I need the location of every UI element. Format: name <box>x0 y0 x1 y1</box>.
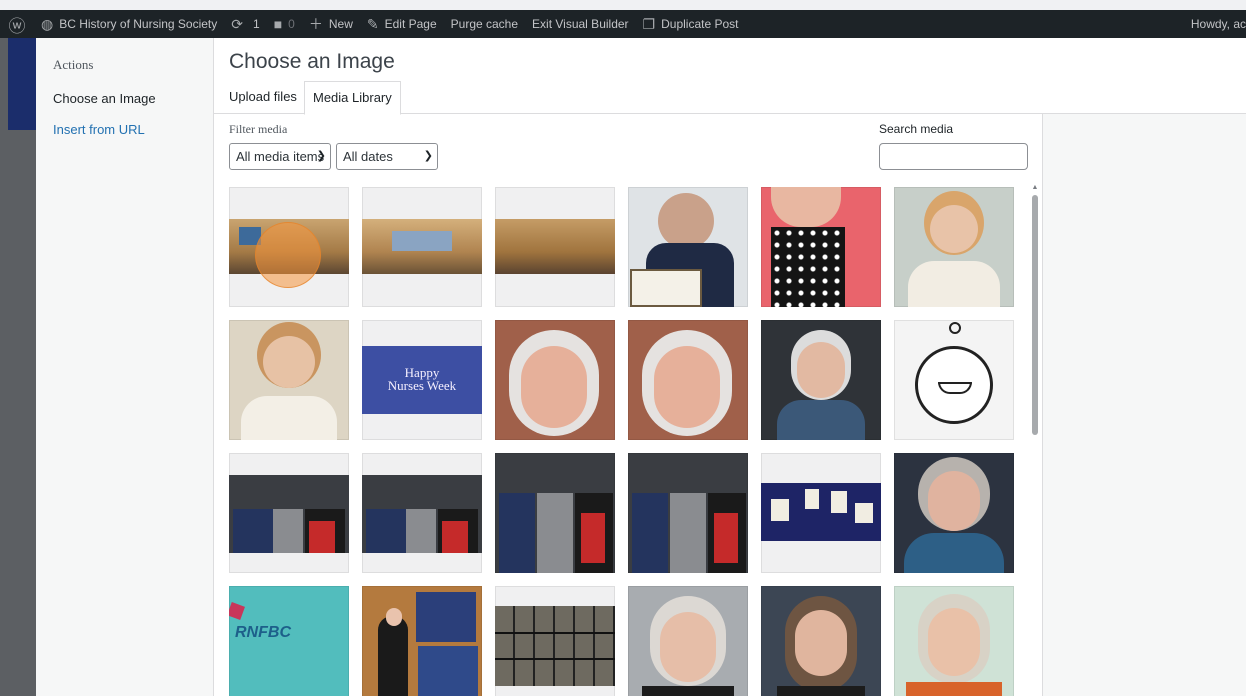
zoom-meeting-image <box>495 606 615 686</box>
attachment-thumbnail[interactable] <box>495 453 615 573</box>
refresh-icon: ⟳ <box>231 15 244 32</box>
comment-icon: ■ <box>273 16 283 32</box>
attachment-thumbnail[interactable] <box>229 453 349 573</box>
display-case-image <box>495 219 615 274</box>
attachment-thumbnail[interactable] <box>894 187 1014 307</box>
woman-face-image <box>521 346 587 428</box>
filter-media-label: Filter media <box>229 122 288 136</box>
exit-visual-builder-link[interactable]: Exit Visual Builder <box>525 10 636 38</box>
tab-upload-files[interactable]: Upload files <box>221 81 305 114</box>
attachment-thumbnail[interactable] <box>495 320 615 440</box>
woman-face-image <box>654 346 720 428</box>
window-top-strip <box>0 0 1246 10</box>
duplicate-icon: ❐ <box>642 15 656 32</box>
woman-face-image <box>795 610 847 676</box>
scrollbar-thumb[interactable] <box>1032 195 1038 435</box>
updates-link[interactable]: ⟳ 1 <box>224 10 266 38</box>
media-modal: Actions Choose an Image Insert from URL … <box>36 38 1246 696</box>
rnfbc-logo-image: RNFBC <box>235 624 291 641</box>
attachment-thumbnail[interactable] <box>628 187 748 307</box>
media-type-select[interactable]: All media items ❯ <box>229 143 331 170</box>
attachment-thumbnail[interactable] <box>362 453 482 573</box>
attachment-details-sidebar <box>1042 114 1246 696</box>
attachment-thumbnail[interactable]: Happy Nurses Week <box>362 320 482 440</box>
tab-media-library[interactable]: Media Library <box>304 81 401 115</box>
plus-icon: ＋ <box>308 16 323 32</box>
modal-title: Choose an Image <box>229 50 395 73</box>
purge-cache-link[interactable]: Purge cache <box>444 10 525 38</box>
duplicate-post-link[interactable]: ❐ Duplicate Post <box>636 10 746 38</box>
media-date-select[interactable]: All dates ❯ <box>336 143 438 170</box>
attachment-thumbnail[interactable] <box>362 187 482 307</box>
chevron-down-icon: ❯ <box>316 150 326 162</box>
attachment-thumbnail[interactable] <box>894 586 1014 696</box>
attachment-thumbnail[interactable] <box>628 453 748 573</box>
menu-item-choose-image[interactable]: Choose an Image <box>53 91 156 106</box>
new-content-link[interactable]: ＋ New <box>302 10 360 38</box>
attachment-thumbnail[interactable]: RNFBC <box>229 586 349 696</box>
attachments-grid: Happy Nurses Week RNFBC <box>229 187 1029 696</box>
search-media-label: Search media <box>879 122 954 136</box>
cursor-highlight <box>255 222 321 288</box>
attachment-thumbnail[interactable] <box>362 586 482 696</box>
happy-nurses-week-image: Happy Nurses Week <box>362 346 482 414</box>
menu-item-insert-url[interactable]: Insert from URL <box>53 122 145 137</box>
account-link[interactable]: Howdy, ac <box>1184 10 1246 38</box>
scroll-up-icon[interactable]: ▲ <box>1030 184 1040 192</box>
woman-face-image <box>658 193 714 249</box>
media-tabs: Upload files Media Library <box>214 81 1246 115</box>
woman-face-image <box>797 342 845 398</box>
woman-face-image <box>771 187 841 227</box>
attachment-thumbnail[interactable] <box>628 586 748 696</box>
wordpress-logo[interactable]: ⓦ <box>0 10 34 38</box>
media-menu: Actions Choose an Image Insert from URL <box>36 38 214 696</box>
attachment-thumbnail[interactable] <box>761 320 881 440</box>
search-media-input[interactable] <box>879 143 1028 170</box>
attachment-thumbnail[interactable] <box>894 453 1014 573</box>
attachment-thumbnail[interactable] <box>495 187 615 307</box>
woman-face-image <box>263 336 315 388</box>
attachment-thumbnail[interactable] <box>761 586 881 696</box>
site-name-link[interactable]: ◍ BC History of Nursing Society <box>34 10 224 38</box>
woman-face-image <box>928 471 980 531</box>
page-background <box>0 38 36 696</box>
woman-face-image <box>660 612 716 682</box>
attachment-thumbnail[interactable] <box>761 187 881 307</box>
attachments-scrollbar[interactable]: ▲ <box>1030 184 1040 696</box>
admin-bar: ⓦ ◍ BC History of Nursing Society ⟳ 1 ■ 0 ＋… <box>0 10 1246 38</box>
attachment-thumbnail[interactable] <box>894 320 1014 440</box>
dashboard-icon: ◍ <box>41 15 54 32</box>
woman-face-image <box>928 608 980 676</box>
edit-page-link[interactable]: ✎ Edit Page <box>360 10 444 38</box>
chevron-down-icon: ❯ <box>423 150 433 162</box>
wordpress-icon: ⓦ <box>8 16 26 36</box>
page-background-header <box>8 38 36 130</box>
woman-face-image <box>930 205 978 253</box>
attachment-thumbnail[interactable] <box>229 320 349 440</box>
pencil-icon: ✎ <box>366 15 379 32</box>
attachment-thumbnail[interactable] <box>495 586 615 696</box>
attachment-thumbnail[interactable] <box>761 453 881 573</box>
attachment-thumbnail[interactable] <box>628 320 748 440</box>
comments-link[interactable]: ■ 0 <box>267 10 302 38</box>
menu-heading: Actions <box>53 57 94 72</box>
